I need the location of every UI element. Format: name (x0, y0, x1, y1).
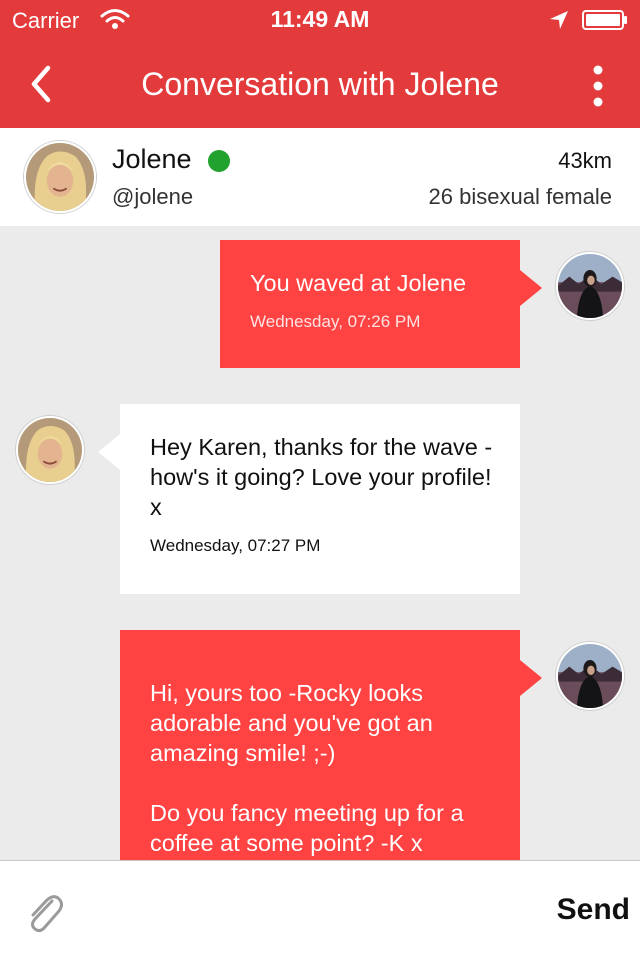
page-title: Conversation with Jolene (141, 66, 499, 102)
contact-avatar[interactable] (24, 141, 96, 213)
bubble-tail (520, 660, 542, 696)
contact-name: Jolene (112, 144, 192, 174)
more-options-button[interactable] (580, 62, 616, 110)
message-bubble-outgoing: You waved at Jolene Wednesday, 07:26 PM (220, 240, 542, 368)
bubble-tail (98, 434, 120, 470)
contact-photo (18, 418, 82, 482)
more-vertical-icon (593, 65, 603, 107)
message-text: Hey Karen, thanks for the wave - how's i… (150, 434, 493, 520)
user-photo (558, 254, 622, 318)
contact-distance: 43km (558, 148, 612, 173)
message-text: Hi, yours too -Rocky looks adorable and … (150, 680, 464, 856)
contact-details: 26 bisexual female (428, 184, 612, 209)
back-button[interactable] (20, 60, 64, 108)
user-avatar[interactable] (556, 252, 624, 320)
user-photo (558, 644, 622, 708)
message-bubble-outgoing: Hi, yours too -Rocky looks adorable and … (120, 630, 542, 860)
message-list[interactable]: You waved at Jolene Wednesday, 07:26 PM … (0, 226, 640, 860)
clock: 11:49 AM (270, 6, 370, 32)
message-timestamp: Wednesday, 07:27 PM (150, 536, 321, 555)
user-avatar[interactable] (556, 642, 624, 710)
contact-avatar[interactable] (16, 416, 84, 484)
status-bar: Carrier 11:49 AM (0, 0, 640, 40)
profile-header[interactable]: Jolene @jolene 43km 26 bisexual female (0, 128, 640, 226)
message-composer: Send (0, 860, 640, 960)
contact-photo (26, 143, 94, 211)
attach-button[interactable] (22, 887, 66, 935)
message-text: You waved at Jolene (250, 270, 467, 296)
battery-icon (582, 10, 627, 30)
message-timestamp: Wednesday, 07:26 PM (250, 312, 421, 331)
paperclip-icon (31, 895, 63, 933)
message-bubble-incoming: Hey Karen, thanks for the wave - how's i… (98, 404, 520, 594)
app-header: Carrier 11:49 AM Conversation with Jolen… (0, 0, 640, 128)
location-arrow-icon (550, 11, 568, 29)
bubble-tail (520, 270, 542, 306)
contact-handle: @jolene (112, 184, 194, 209)
chevron-left-icon (31, 65, 51, 103)
online-status-indicator (208, 150, 230, 172)
send-button[interactable]: Send (557, 893, 630, 927)
navigation-bar: Conversation with Jolene (0, 40, 640, 128)
